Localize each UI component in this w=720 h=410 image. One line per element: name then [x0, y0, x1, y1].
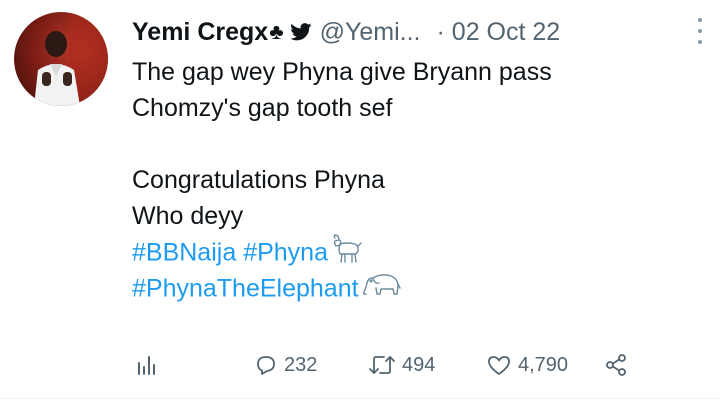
share-icon — [606, 354, 626, 376]
share-button[interactable] — [604, 350, 628, 380]
reply-button[interactable]: 232 — [254, 350, 317, 380]
hashtag-bbnaija[interactable]: #BBNaija — [132, 239, 236, 267]
tweet-line: The gap wey Phyna give Bryann pass — [132, 58, 552, 86]
tweet-line: Who deyy — [132, 202, 244, 230]
tweet-card: Yemi Cregx ♣ @Yemi... · 02 Oct 22 The ga… — [0, 0, 720, 410]
hashtag-line: #BBNaija #Phyna — [132, 234, 692, 270]
display-name[interactable]: Yemi Cregx — [132, 18, 268, 47]
tweet-header: Yemi Cregx ♣ @Yemi... · 02 Oct 22 — [132, 14, 704, 50]
reply-count: 232 — [284, 353, 318, 376]
hashtag-phyna[interactable]: #Phyna — [243, 239, 328, 267]
tweet-actions: 232 494 4,790 — [136, 350, 656, 380]
retweet-icon — [369, 356, 395, 374]
tweet-line: Congratulations Phyna — [132, 166, 385, 194]
retweet-button[interactable]: 494 — [368, 350, 435, 380]
tweet-line: Chomzy's gap tooth sef — [132, 94, 393, 122]
like-button[interactable]: 4,790 — [486, 350, 568, 380]
goat-emoji-icon — [330, 234, 362, 274]
retweet-count: 494 — [402, 353, 436, 376]
avatar[interactable] — [14, 12, 108, 106]
hashtag-phyna-the-elephant[interactable]: #PhynaTheElephant — [132, 275, 359, 303]
twitter-bird-icon — [289, 23, 312, 41]
analytics-button[interactable] — [136, 350, 156, 380]
divider — [0, 398, 720, 399]
analytics-icon — [138, 356, 155, 375]
hashtag-line: #PhynaTheElephant — [132, 270, 692, 306]
avatar-photo — [34, 12, 108, 106]
reply-icon — [257, 356, 275, 375]
user-handle[interactable]: @Yemi... — [320, 18, 421, 47]
tweet-text: The gap wey Phyna give Bryann pass Chomz… — [132, 54, 692, 306]
heart-icon — [488, 356, 510, 375]
more-options-icon[interactable] — [698, 18, 704, 44]
tweet-date[interactable]: · 02 Oct 22 — [437, 18, 561, 47]
tweet-line — [132, 126, 692, 162]
elephant-emoji-icon — [361, 270, 401, 310]
like-count: 4,790 — [518, 353, 569, 376]
club-suit-emoji: ♣ — [269, 19, 284, 44]
